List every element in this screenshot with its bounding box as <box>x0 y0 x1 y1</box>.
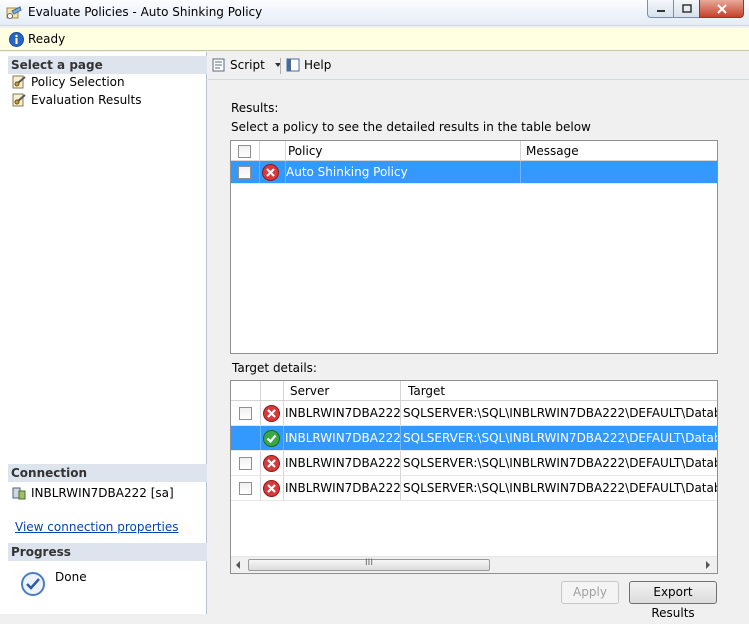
script-button[interactable]: Script <box>211 57 284 73</box>
row-checkbox[interactable] <box>239 407 252 420</box>
target-details-grid: Server Target INBLRWIN7DBA222 SQLSERVER:\… <box>230 380 718 574</box>
target-cell: SQLSERVER:\SQL\INBLRWIN7DBA222\DEFAULT\D… <box>403 406 718 420</box>
target-cell: SQLSERVER:\SQL\INBLRWIN7DBA222\DEFAULT\D… <box>403 431 718 445</box>
help-button[interactable]: Help <box>285 57 331 73</box>
server-cell: INBLRWIN7DBA222 <box>284 426 401 450</box>
status-bar: Ready <box>0 28 749 51</box>
view-connection-properties-link[interactable]: View connection properties <box>15 518 178 536</box>
progress-header: Progress <box>8 543 207 561</box>
server-cell: INBLRWIN7DBA222 <box>284 451 401 475</box>
scroll-right-icon[interactable] <box>703 560 713 570</box>
nav-item-policy-selection[interactable]: Policy Selection <box>11 73 125 91</box>
row-status-cell <box>260 161 286 183</box>
help-book-icon <box>286 58 300 72</box>
scroll-left-icon[interactable] <box>233 560 243 570</box>
status-column-header <box>260 141 286 160</box>
connection-value: INBLRWIN7DBA222 [sa] <box>31 486 174 500</box>
policy-cell: Auto Shinking Policy <box>286 161 521 183</box>
error-icon <box>263 455 280 472</box>
policy-column-header[interactable]: Policy <box>286 141 521 160</box>
select-all-cell <box>231 141 260 160</box>
connection-info: INBLRWIN7DBA222 [sa] <box>11 484 174 502</box>
scroll-grip: III <box>365 558 373 568</box>
row-checkbox[interactable] <box>239 482 252 495</box>
close-icon <box>716 3 727 14</box>
done-check-icon <box>21 572 45 596</box>
select-page-header: Select a page <box>8 56 207 74</box>
nav-item-label: Policy Selection <box>31 75 125 89</box>
row-checkbox-cell <box>231 426 261 450</box>
row-checkbox[interactable] <box>238 166 251 179</box>
error-icon <box>263 480 280 497</box>
row-checkbox-cell <box>231 161 260 183</box>
target-column-header[interactable]: Target <box>401 381 717 400</box>
checkbox-column-header <box>231 381 261 400</box>
maximize-button[interactable] <box>673 0 700 18</box>
status-column-header <box>261 381 284 400</box>
results-grid: Policy Message Auto Shinking Policy <box>230 140 718 354</box>
results-instruction: Select a policy to see the detailed resu… <box>231 120 591 134</box>
title-bar: Evaluate Policies - Auto Shinking Policy <box>0 0 749 26</box>
info-icon <box>9 32 24 47</box>
page-wrench-icon <box>12 75 26 89</box>
status-text: Ready <box>28 32 66 46</box>
server-cell: INBLRWIN7DBA222 <box>284 476 401 500</box>
toolbar-separator <box>280 58 281 74</box>
script-label: Script <box>230 58 265 72</box>
window-title: Evaluate Policies - Auto Shinking Policy <box>28 5 263 19</box>
nav-item-label: Evaluation Results <box>31 93 142 107</box>
server-column-header[interactable]: Server <box>284 381 401 400</box>
app-icon <box>6 6 22 19</box>
row-status-cell <box>261 476 284 500</box>
target-cell: SQLSERVER:\SQL\INBLRWIN7DBA222\DEFAULT\D… <box>403 481 718 495</box>
target-grid-header: Server Target <box>231 381 717 401</box>
target-details-label: Target details: <box>232 361 317 375</box>
row-status-cell <box>261 451 284 475</box>
script-icon <box>212 58 225 72</box>
export-results-button[interactable]: Export Results <box>629 581 717 620</box>
table-row[interactable]: INBLRWIN7DBA222 SQLSERVER:\SQL\INBLRWIN7D… <box>231 426 718 451</box>
error-icon <box>263 405 280 422</box>
row-checkbox[interactable] <box>239 457 252 470</box>
scrollbar-thumb[interactable]: III <box>248 558 490 571</box>
horizontal-scrollbar[interactable]: III <box>231 556 717 573</box>
results-label: Results: <box>231 101 279 115</box>
apply-button[interactable]: Apply <box>561 581 619 604</box>
row-checkbox-cell <box>231 451 261 475</box>
success-check-icon <box>263 430 280 447</box>
table-row[interactable]: INBLRWIN7DBA222 SQLSERVER:\SQL\INBLRWIN7D… <box>231 476 718 501</box>
page-wrench-icon <box>12 93 26 107</box>
message-column-header[interactable]: Message <box>521 141 717 160</box>
close-button[interactable] <box>699 0 744 18</box>
maximize-icon <box>681 3 692 13</box>
server-cell: INBLRWIN7DBA222 <box>284 401 401 425</box>
server-connection-icon <box>12 487 26 500</box>
chevron-down-icon[interactable] <box>272 60 284 70</box>
nav-item-evaluation-results[interactable]: Evaluation Results <box>11 91 141 109</box>
connection-header: Connection <box>8 464 207 482</box>
left-pane: Select a page Policy Selection Evaluatio… <box>0 52 207 614</box>
table-row[interactable]: INBLRWIN7DBA222 SQLSERVER:\SQL\INBLRWIN7D… <box>231 401 718 426</box>
minimize-icon <box>656 9 665 12</box>
progress-status: Done <box>55 570 87 584</box>
help-label: Help <box>304 58 332 72</box>
row-status-cell <box>261 426 284 450</box>
row-checkbox-cell <box>231 401 261 425</box>
row-checkbox-cell <box>231 476 261 500</box>
results-grid-header: Policy Message <box>231 141 717 161</box>
error-icon <box>262 164 279 181</box>
minimize-button[interactable] <box>647 0 674 18</box>
row-status-cell <box>261 401 284 425</box>
table-row[interactable]: Auto Shinking Policy <box>231 161 717 184</box>
toolbar: Script Help <box>208 52 749 80</box>
target-cell: SQLSERVER:\SQL\INBLRWIN7DBA222\DEFAULT\D… <box>403 456 718 470</box>
main-panel: Results: Select a policy to see the deta… <box>208 80 749 620</box>
message-cell <box>521 161 717 183</box>
table-row[interactable]: INBLRWIN7DBA222 SQLSERVER:\SQL\INBLRWIN7D… <box>231 451 718 476</box>
select-all-checkbox[interactable] <box>238 145 251 158</box>
